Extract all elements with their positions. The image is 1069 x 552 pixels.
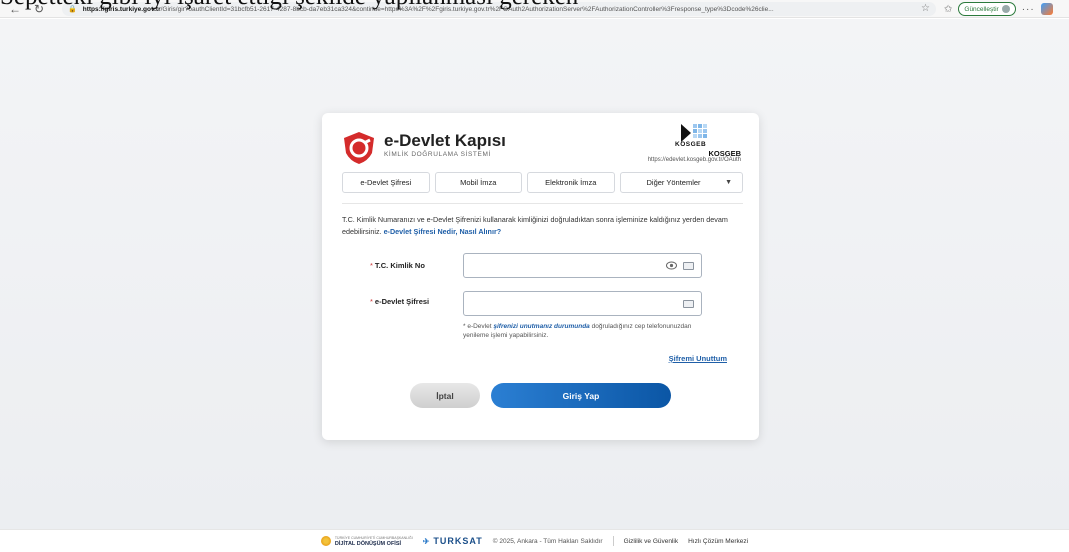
ddo-logo: TÜRKİYE CUMHURİYETİ CUMHURBAŞKANLIĞI DİJ…: [320, 535, 413, 547]
footer: TÜRKİYE CUMHURİYETİ CUMHURBAŞKANLIĞI DİJ…: [0, 529, 1069, 552]
satellite-icon: ✈: [422, 536, 431, 546]
password-label-text: e-Devlet Şifresi: [374, 297, 430, 306]
tc-label-text: T.C. Kimlik No: [374, 261, 425, 270]
privacy-link[interactable]: Gizlilik ve Güvenlik: [624, 538, 679, 545]
tab-mobile-signature[interactable]: Mobil İmza: [434, 172, 522, 193]
ddo-text: TÜRKİYE CUMHURİYETİ CUMHURBAŞKANLIĞI DİJ…: [335, 535, 413, 547]
turksat-text: TURKSAT: [433, 536, 483, 546]
edevlet-logo-icon: [344, 132, 374, 164]
update-button[interactable]: Güncelleştir: [958, 2, 1016, 16]
update-label: Güncelleştir: [964, 5, 999, 13]
browser-actions: ✩ Güncelleştir ···: [944, 1, 1053, 17]
profile-icon: [1001, 5, 1010, 13]
password-field[interactable]: [463, 291, 702, 316]
brand-title: e-Devlet Kapısı: [384, 131, 506, 150]
login-method-tabs: e-Devlet Şifresi Mobil İmza Elektronik İ…: [342, 172, 743, 193]
more-options-icon[interactable]: ···: [1022, 4, 1035, 15]
login-card: e-Devlet Kapısı KİMLİK DOĞRULAMA SİSTEMİ…: [322, 113, 759, 440]
password-label: * e-Devlet Şifresi: [370, 297, 429, 306]
tc-field[interactable]: [463, 253, 702, 278]
tab-other-methods-label: Diğer Yöntemler: [646, 178, 701, 187]
copilot-icon[interactable]: [1040, 3, 1053, 15]
partner-url: https://edevlet.kosgeb.gov.tr/OAuth: [647, 157, 741, 163]
ddo-emblem-icon: [320, 536, 331, 546]
password-hint: * e-Devlet şifrenizi unutmanız durumunda…: [463, 322, 693, 340]
ddo-bottom-text: DİJİTAL DÖNÜŞÜM OFİSİ: [334, 541, 402, 547]
tab-electronic-signature[interactable]: Elektronik İmza: [527, 172, 615, 193]
tab-other-methods[interactable]: Diğer Yöntemler ▼: [619, 172, 743, 193]
tab-edevlet-password[interactable]: e-Devlet Şifresi: [342, 172, 430, 193]
favorites-icon[interactable]: ✩: [944, 4, 952, 15]
password-info-link[interactable]: e-Devlet Şifresi Nedir, Nasıl Alınır?: [384, 227, 502, 236]
copyright-text: © 2025, Ankara - Tüm Hakları Saklıdır: [492, 537, 603, 545]
login-button[interactable]: Giriş Yap: [491, 383, 671, 408]
keyboard-icon[interactable]: [683, 300, 694, 308]
star-icon[interactable]: ☆: [921, 3, 930, 14]
required-marker: *: [370, 297, 373, 306]
footer-separator: [612, 536, 614, 546]
intro-text: T.C. Kimlik Numaranızı ve e-Devlet Şifre…: [342, 214, 743, 238]
overlay-title: Sepetteki gibi iyi işaret ettiği şekilde…: [0, 0, 578, 9]
brand-subtitle: KİMLİK DOĞRULAMA SİSTEMİ: [384, 151, 491, 158]
eye-icon[interactable]: [666, 261, 677, 270]
hint-prefix: * e-Devlet: [463, 323, 492, 330]
forgot-password-link[interactable]: Şifremi Unuttum: [669, 354, 727, 363]
cancel-button[interactable]: İptal: [410, 383, 480, 408]
password-input[interactable]: [464, 292, 644, 315]
partner-logo-text: KOSGEB: [675, 141, 707, 148]
chevron-down-icon: ▼: [725, 179, 732, 186]
help-center-link[interactable]: Hızlı Çözüm Merkezi: [688, 538, 748, 545]
hint-link[interactable]: şifrenizi unutmanız durumunda: [493, 323, 589, 330]
divider: [342, 203, 743, 204]
required-marker: *: [370, 261, 373, 270]
turksat-logo: ✈ TURKSAT: [423, 536, 483, 546]
tc-input[interactable]: [464, 254, 644, 277]
keyboard-icon[interactable]: [683, 262, 694, 270]
tc-label: * T.C. Kimlik No: [370, 261, 425, 270]
